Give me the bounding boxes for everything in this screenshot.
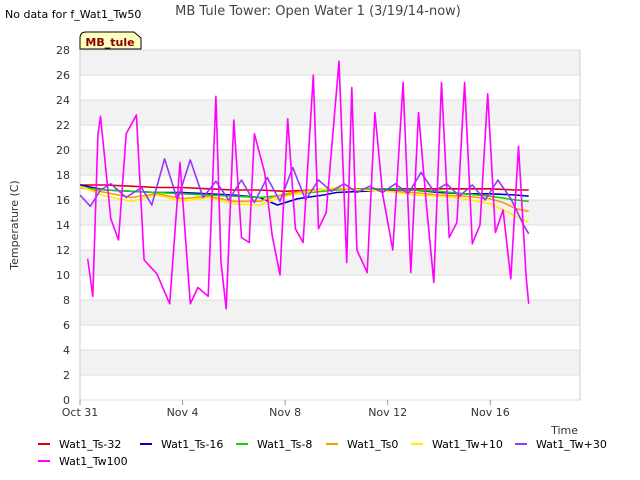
y-tick-label: 16: [56, 194, 70, 207]
legend-label: Wat1_Ts-8: [257, 438, 312, 451]
y-tick-label: 26: [56, 69, 70, 82]
x-axis-label: Time: [550, 424, 578, 437]
y-tick-label: 22: [56, 119, 70, 132]
chart-title: MB Tule Tower: Open Water 1 (3/19/14-now…: [175, 4, 461, 19]
x-axis-ticks: Oct 31 Nov 4 Nov 8 Nov 12 Nov 16: [62, 400, 510, 419]
legend-item: Wat1_Ts-32: [38, 438, 121, 451]
legend-label: Wat1_Tw100: [59, 455, 128, 468]
legend-item: Wat1_Ts-16: [140, 438, 223, 451]
legend: Wat1_Ts-32 Wat1_Ts-16 Wat1_Ts-8 Wat1_Ts0 Wat…: [38, 438, 607, 468]
plot-band: [80, 125, 580, 150]
x-tick-label: Nov 16: [471, 406, 510, 419]
legend-item: Wat1_Ts-8: [236, 438, 312, 451]
y-tick-label: 18: [56, 169, 70, 182]
y-tick-label: 4: [63, 344, 70, 357]
legend-label: Wat1_Ts0: [347, 438, 398, 451]
legend-label: Wat1_Tw+10: [432, 438, 503, 451]
plot-band: [80, 75, 580, 100]
y-axis-label: Temperature (C): [8, 180, 21, 270]
plot-band: [80, 50, 580, 75]
x-tick-label: Nov 8: [269, 406, 301, 419]
plot-band: [80, 300, 580, 325]
plot-band: [80, 275, 580, 300]
plot-band: [80, 350, 580, 375]
site-badge-label: MB_tule: [85, 36, 134, 49]
y-tick-label: 12: [56, 244, 70, 257]
legend-label: Wat1_Ts-16: [161, 438, 223, 451]
legend-item: Wat1_Tw+30: [515, 438, 607, 451]
x-tick-label: Oct 31: [62, 406, 99, 419]
legend-item: Wat1_Ts0: [326, 438, 398, 451]
y-tick-label: 28: [56, 44, 70, 57]
y-tick-label: 20: [56, 144, 70, 157]
site-badge: MB_tule: [79, 31, 142, 50]
y-tick-label: 24: [56, 94, 70, 107]
plot-band: [80, 100, 580, 125]
y-tick-label: 14: [56, 219, 70, 232]
legend-item: Wat1_Tw+10: [411, 438, 503, 451]
legend-label: Wat1_Tw+30: [536, 438, 607, 451]
temperature-chart: 0246810121416182022242628 Oct 31 Nov 4 Nov…: [5, 4, 607, 468]
y-tick-label: 8: [63, 294, 70, 307]
no-data-note: No data for f_Wat1_Tw50: [5, 8, 141, 21]
y-tick-label: 2: [63, 369, 70, 382]
x-tick-label: Nov 12: [368, 406, 407, 419]
legend-item: Wat1_Tw100: [38, 455, 128, 468]
y-tick-label: 6: [63, 319, 70, 332]
y-tick-label: 10: [56, 269, 70, 282]
plot-band: [80, 325, 580, 350]
x-tick-label: Nov 4: [167, 406, 199, 419]
plot-band: [80, 375, 580, 400]
legend-label: Wat1_Ts-32: [59, 438, 121, 451]
